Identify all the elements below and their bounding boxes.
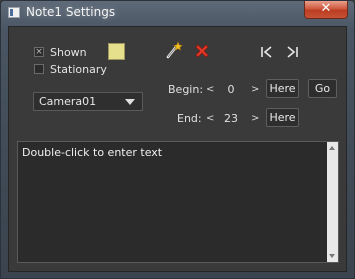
- settings-window: Note1 Settings ✕ × Shown Stationary Came…: [0, 0, 355, 279]
- begin-value[interactable]: 0: [219, 83, 243, 96]
- end-decrement[interactable]: <: [206, 113, 214, 124]
- note-color-swatch[interactable]: [108, 43, 125, 60]
- begin-here-button[interactable]: Here: [266, 79, 299, 98]
- chevron-down-icon: [125, 99, 135, 105]
- camera-dropdown[interactable]: Camera01: [33, 92, 143, 111]
- window-app-icon: [8, 7, 20, 18]
- scroll-down-icon[interactable]: [329, 254, 335, 258]
- vertical-scrollbar[interactable]: [327, 142, 338, 262]
- dialog-body: × Shown Stationary Camera01 Begin: < 0 >…: [8, 26, 347, 272]
- go-button[interactable]: Go: [308, 79, 337, 98]
- go-to-end-icon[interactable]: [285, 46, 299, 58]
- camera-dropdown-value: Camera01: [39, 95, 97, 108]
- note-text-area[interactable]: Double-click to enter text: [17, 141, 339, 263]
- magic-wand-icon[interactable]: [165, 40, 183, 60]
- shown-checkbox[interactable]: ×: [34, 47, 44, 57]
- stationary-checkbox[interactable]: [34, 64, 44, 74]
- end-here-button[interactable]: Here: [266, 108, 299, 127]
- begin-label: Begin:: [168, 83, 204, 96]
- shown-label: Shown: [50, 45, 87, 59]
- delete-x-icon[interactable]: [192, 41, 212, 61]
- end-increment[interactable]: >: [251, 113, 259, 124]
- scroll-up-icon[interactable]: [329, 146, 335, 150]
- end-label: End:: [177, 112, 202, 125]
- close-button[interactable]: ✕: [304, 1, 348, 19]
- begin-decrement[interactable]: <: [206, 84, 214, 95]
- title-bar[interactable]: Note1 Settings ✕: [1, 1, 354, 25]
- shown-option[interactable]: × Shown: [34, 45, 87, 59]
- go-to-start-icon[interactable]: [260, 46, 274, 58]
- begin-increment[interactable]: >: [251, 84, 259, 95]
- end-value[interactable]: 23: [219, 112, 243, 125]
- note-text-placeholder: Double-click to enter text: [22, 146, 163, 159]
- stationary-option[interactable]: Stationary: [34, 62, 107, 76]
- window-title: Note1 Settings: [26, 5, 116, 19]
- stationary-label: Stationary: [50, 62, 107, 76]
